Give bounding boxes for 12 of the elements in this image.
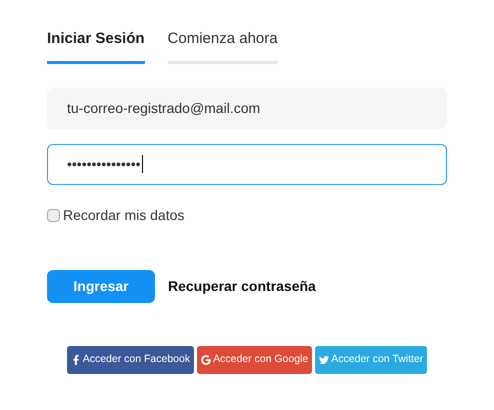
social-login-button[interactable]: Acceder con Google xyxy=(197,346,312,374)
facebook-icon xyxy=(70,354,81,364)
twitter-icon xyxy=(319,354,330,364)
tab[interactable]: Comienza ahora xyxy=(168,28,278,64)
tab[interactable]: Iniciar Sesión xyxy=(47,28,145,64)
social-login-button[interactable]: Acceder con Facebook xyxy=(66,346,194,374)
google-icon xyxy=(201,354,212,364)
recover-password-link[interactable]: Recuperar contraseña xyxy=(168,276,316,296)
remember-label: Recordar mis datos xyxy=(63,206,184,224)
password-field[interactable]: ••••••••••••••• xyxy=(47,144,447,184)
checkbox[interactable] xyxy=(47,208,60,222)
email-field[interactable]: tu-correo-registrado@mail.com xyxy=(47,88,447,128)
